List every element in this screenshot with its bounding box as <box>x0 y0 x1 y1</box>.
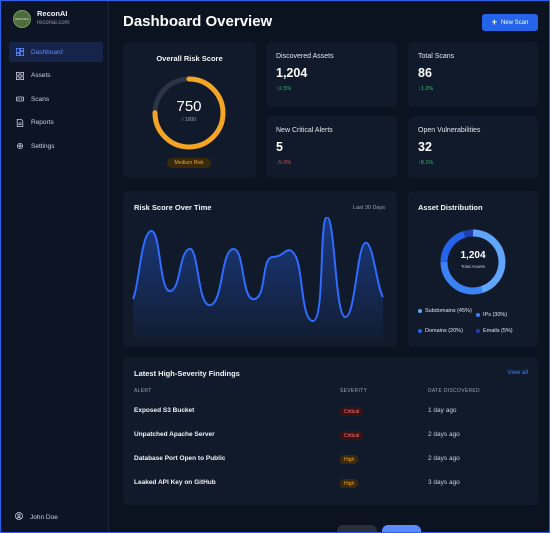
brand[interactable]: RECONAI ReconAI reconai.com <box>13 9 70 28</box>
date-range-label[interactable]: Last 30 Days <box>353 205 385 211</box>
finding-date: 2 days ago <box>428 455 460 462</box>
view-all-link[interactable]: View all <box>507 370 528 376</box>
sidebar-item-label: Assets <box>31 72 51 79</box>
risk-score-value: 750 <box>176 98 202 115</box>
gear-icon <box>16 142 24 150</box>
finding-alert: Exposed S3 Bucket <box>134 407 195 414</box>
risk-level-badge: Medium Risk <box>167 158 211 168</box>
findings-title: Latest High-Severity Findings <box>134 369 240 378</box>
brand-url: reconai.com <box>37 20 70 26</box>
stat-label: New Critical Alerts <box>276 127 333 134</box>
sidebar-item-reports[interactable]: Reports <box>9 113 103 133</box>
legend-item-emails: Emails (5%) <box>476 327 513 335</box>
column-header-date: DATE DISCOVERED <box>428 388 480 394</box>
stat-change-value: 2.5% <box>278 86 292 92</box>
table-row[interactable]: Leaked API Key on GitHub High 3 days ago <box>123 471 538 495</box>
legend-dot <box>418 309 422 313</box>
stat-change-value: 5.0% <box>278 160 292 166</box>
asset-distribution-title: Asset Distribution <box>418 203 483 212</box>
sidebar-item-scans[interactable]: Scans <box>9 89 103 109</box>
severity-badge: Critical <box>340 407 364 416</box>
risk-trend-area <box>133 217 383 341</box>
brand-name: ReconAI <box>37 9 68 18</box>
sidebar-item-label: Scans <box>31 95 50 103</box>
table-row[interactable]: Unpatched Apache Server Critical 2 days … <box>123 423 538 447</box>
sidebar-item-assets[interactable]: Assets <box>9 66 103 86</box>
stat-value: 5 <box>276 140 283 154</box>
table-row[interactable]: Database Port Open to Public High 2 days… <box>123 447 538 471</box>
primary-action-button[interactable] <box>382 525 421 533</box>
stat-value: 1,204 <box>276 66 308 80</box>
finding-alert: Database Port Open to Public <box>134 455 226 462</box>
legend-label: Domains (20%) <box>425 328 463 334</box>
secondary-action-button[interactable] <box>337 525 377 533</box>
legend-label: Subdomains (45%) <box>425 308 472 314</box>
legend-dot <box>476 313 480 317</box>
user-name: John Doe <box>30 513 58 521</box>
stat-value: 32 <box>418 140 432 154</box>
finding-date: 1 day ago <box>428 407 457 414</box>
risk-score-card: Overall Risk Score 750 / 1000 Medium Ris… <box>123 42 256 178</box>
legend-label: Emails (5%) <box>483 328 513 334</box>
sidebar-item-label: Reports <box>31 119 54 126</box>
column-header-severity: SEVERITY <box>340 388 368 394</box>
asset-distribution-card: Asset Distribution 1,204 Total Assets Su… <box>408 191 538 347</box>
grid-icon <box>16 71 24 80</box>
total-scans-card: Total Scans 86 ↑1.2% <box>408 42 538 107</box>
finding-date: 3 days ago <box>428 479 460 486</box>
stat-change-value: 8.1% <box>420 160 434 166</box>
sidebar-item-settings[interactable]: Settings <box>9 136 103 156</box>
risk-trend-title: Risk Score Over Time <box>134 203 212 212</box>
radar-icon <box>16 95 24 103</box>
stat-label: Total Scans <box>418 53 455 60</box>
column-header-alert: ALERT <box>134 388 152 394</box>
sidebar-item-dashboard[interactable]: Dashboard <box>9 42 103 62</box>
legend-dot <box>476 329 480 333</box>
sidebar-item-label: Settings <box>31 142 55 150</box>
risk-trend-chart <box>132 217 384 341</box>
sidebar-nav: Dashboard Assets Scans Reports Settings <box>9 42 103 160</box>
donut-total-label: Total Assets <box>460 264 485 269</box>
findings-card: Latest High-Severity Findings View all A… <box>123 357 538 505</box>
table-row[interactable]: Exposed S3 Bucket Critical 1 day ago <box>123 399 538 423</box>
dashboard-icon <box>16 48 24 56</box>
asset-donut-chart <box>440 229 506 295</box>
legend-dot <box>418 329 422 333</box>
sidebar: RECONAI ReconAI reconai.com Dashboard As… <box>1 1 109 532</box>
stat-label: Open Vulnerabilities <box>418 127 481 134</box>
brand-logo: RECONAI <box>13 9 31 28</box>
stat-change-up: ↑1.2% <box>418 86 433 92</box>
document-icon <box>16 118 24 127</box>
legend-label: IPs (30%) <box>483 312 508 318</box>
severity-badge: Critical <box>340 431 364 440</box>
new-scan-label: New Scan <box>500 19 529 26</box>
risk-score-title: Overall Risk Score <box>156 54 223 63</box>
severity-badge: High <box>340 455 359 464</box>
critical-alerts-card: New Critical Alerts 5 ↓5.0% <box>266 116 397 178</box>
finding-alert: Unpatched Apache Server <box>134 431 215 438</box>
severity-badge: High <box>340 479 359 488</box>
risk-trend-card: Risk Score Over Time Last 30 Days <box>123 191 397 347</box>
risk-score-max: / 1000 <box>182 117 196 123</box>
finding-alert: Leaked API Key on GitHub <box>134 479 216 486</box>
plus-icon: + <box>491 17 497 27</box>
legend-item-ips: IPs (30%) <box>476 311 507 319</box>
new-scan-button[interactable]: + New Scan <box>482 14 538 31</box>
user-profile[interactable]: John Doe <box>15 512 58 522</box>
page-title: Dashboard Overview <box>123 13 273 30</box>
donut-total-value: 1,204 <box>460 250 486 261</box>
stat-label: Discovered Assets <box>276 53 334 60</box>
user-icon <box>15 512 23 522</box>
stat-value: 86 <box>418 66 432 80</box>
stat-change-up: ↑2.5% <box>276 86 291 92</box>
legend-item-subdomains: Subdomains (45%) <box>418 307 476 315</box>
legend-item-domains: Domains (20%) <box>418 327 463 335</box>
sidebar-item-label: Dashboard <box>31 48 63 56</box>
finding-date: 2 days ago <box>428 431 460 438</box>
open-vulnerabilities-card: Open Vulnerabilities 32 ↑8.1% <box>408 116 538 178</box>
stat-change-up: ↑8.1% <box>418 160 433 166</box>
discovered-assets-card: Discovered Assets 1,204 ↑2.5% <box>266 42 397 107</box>
stat-change-down: ↓5.0% <box>276 160 291 166</box>
stat-change-value: 1.2% <box>420 86 434 92</box>
